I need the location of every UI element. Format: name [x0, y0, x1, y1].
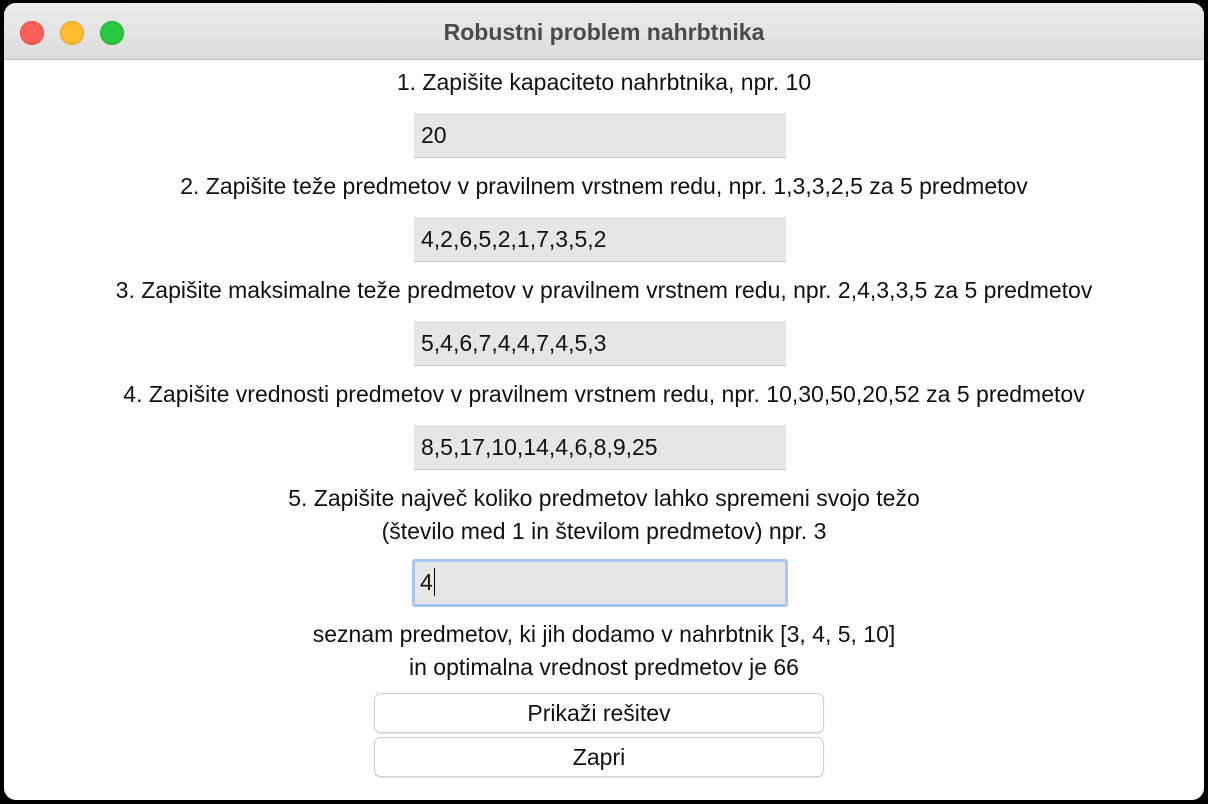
app-window: Robustni problem nahrbtnika 1. Zapišite … — [4, 3, 1204, 800]
text-caret — [433, 567, 435, 596]
max-changed-items-label-line-2: (število med 1 in številom predmetov) np… — [381, 518, 827, 544]
window-title: Robustni problem nahrbtnika — [443, 19, 765, 45]
capacity-input[interactable]: 20 — [414, 113, 786, 158]
max-weights-label: 3. Zapišite maksimalne teže predmetov v … — [115, 277, 1093, 303]
show-solution-button[interactable]: Prikaži rešitev — [374, 693, 824, 733]
weights-input[interactable]: 4,2,6,5,2,1,7,3,5,2 — [414, 217, 786, 262]
max-changed-items-input[interactable]: 4 — [412, 559, 788, 607]
max-weights-input[interactable]: 5,4,6,7,4,4,7,4,5,3 — [414, 321, 786, 366]
close-button[interactable]: Zapri — [374, 737, 824, 777]
result-line-2: in optimalna vrednost predmetov je 66 — [409, 654, 799, 680]
max-changed-items-value: 4 — [420, 569, 433, 595]
title-bar: Robustni problem nahrbtnika — [4, 3, 1204, 60]
max-changed-items-label-line-1: 5. Zapišite največ koliko predmetov lahk… — [288, 485, 920, 511]
result-line-1: seznam predmetov, ki jih dodamo v nahrbt… — [312, 621, 896, 647]
weights-label: 2. Zapišite teže predmetov v pravilnem v… — [180, 173, 1028, 199]
values-label: 4. Zapišite vrednosti predmetov v pravil… — [123, 381, 1085, 407]
capacity-label: 1. Zapišite kapaciteto nahrbtnika, npr. … — [396, 69, 812, 95]
values-input[interactable]: 8,5,17,10,14,4,6,8,9,25 — [414, 425, 786, 470]
